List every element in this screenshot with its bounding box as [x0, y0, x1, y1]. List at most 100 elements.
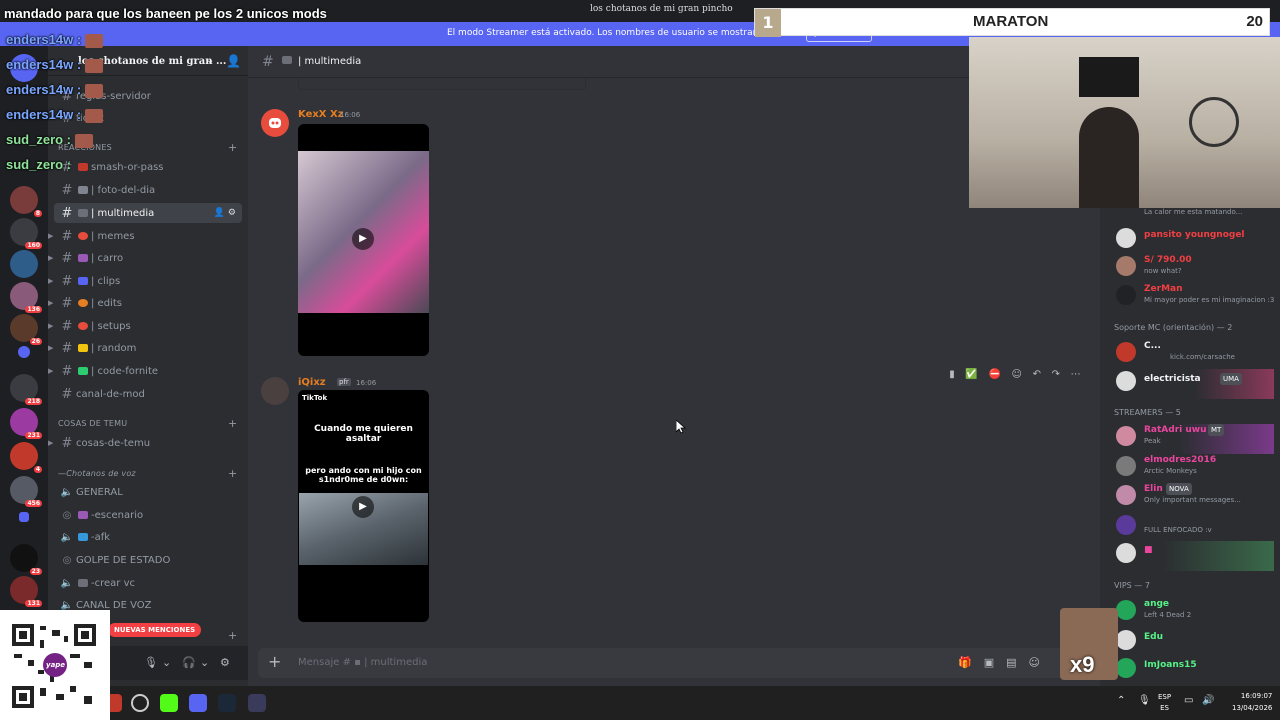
network-icon[interactable]: ▭ [1184, 695, 1193, 706]
member-item[interactable]: C... kick.com/carsache [1114, 340, 1274, 370]
member-item[interactable]: electricista UMA [1114, 369, 1274, 399]
channel-cosas-de-temu[interactable]: ▶ # cosas-de-temu [48, 433, 242, 453]
reply-icon[interactable]: ↶ [1033, 369, 1041, 380]
server-icon[interactable]: 26 [10, 314, 42, 345]
channel-memes[interactable]: ▶ # | memes [48, 226, 242, 246]
server-icon[interactable]: 131 [10, 576, 42, 607]
text-channel-icon: # [61, 363, 73, 379]
member-item[interactable]: ImJoans15 [1114, 656, 1274, 686]
member-status: Only important messages... [1144, 496, 1241, 504]
avatar[interactable] [261, 377, 289, 405]
member-status: now what? [1144, 267, 1182, 275]
category-chotanos-de-voz[interactable]: —Chotanos de voz [58, 469, 136, 478]
server-icon[interactable]: 4 [10, 442, 42, 473]
channel-emoji-icon [78, 344, 88, 352]
chevron-down-icon[interactable]: ⌄ [162, 656, 171, 669]
channel-random[interactable]: ▶ # | random [48, 338, 242, 358]
server-icon[interactable]: 160 [10, 218, 42, 249]
server-icon[interactable]: 8 [10, 186, 42, 217]
reaction-icon[interactable]: ▮ [949, 369, 955, 380]
channel-setups[interactable]: ▶ # | setups [48, 316, 242, 336]
new-mentions-pill[interactable]: NUEVAS MENCIONES [108, 623, 202, 637]
member-item[interactable]: Edu [1114, 628, 1274, 658]
avatar[interactable] [261, 109, 289, 137]
gif-icon: ▣ [983, 656, 1007, 669]
voice-channel-general[interactable]: 🔈 GENERAL [54, 482, 242, 502]
attach-plus-icon[interactable]: + [268, 652, 281, 671]
play-icon[interactable]: ▶ [352, 228, 374, 250]
play-icon[interactable]: ▶ [352, 496, 374, 518]
poster [1079, 57, 1139, 97]
channel-foto-del-dia[interactable]: # | foto-del-dia [54, 180, 242, 200]
member-item[interactable]: RatAdri uwu MT Peak [1114, 424, 1274, 454]
no-entry-reaction-icon[interactable]: ⛔ [988, 369, 1000, 380]
message-author[interactable]: iQixz [298, 377, 326, 388]
channel-label: | carro [91, 252, 124, 264]
channel-clips[interactable]: ▶ # | clips [48, 271, 242, 291]
kick-icon[interactable] [160, 694, 178, 712]
channel-edits[interactable]: ▶ # | edits [48, 293, 242, 313]
video-attachment[interactable]: TikTok Cuando me quieren asaltar pero an… [298, 390, 429, 622]
server-icon[interactable]: 231 [10, 408, 42, 439]
check-reaction-icon[interactable]: ✅ [965, 369, 977, 380]
message-actions-bar: ▮ ✅ ⛔ ☺ ↶ ↷ ⋯ [944, 362, 1086, 386]
voice-channel-crear-vc[interactable]: 🔈 -crear vc [54, 573, 242, 593]
channel-code-fornite[interactable]: ▶ # | code-fornite [48, 361, 242, 381]
server-icon[interactable] [10, 250, 38, 278]
video-attachment[interactable]: ▶ [298, 124, 429, 356]
add-channel-icon[interactable]: + [228, 141, 237, 154]
microphone-icon[interactable]: 🎙 [144, 656, 158, 669]
volume-icon[interactable]: 🔊 [1202, 695, 1214, 706]
add-icon[interactable]: + [228, 629, 237, 642]
member-item[interactable]: S/ 790.00 now what? [1114, 254, 1274, 284]
member-item[interactable]: ZerMan Mi mayor poder es mi imaginacion … [1114, 283, 1274, 313]
server-icon[interactable]: 23 [10, 544, 42, 575]
member-item[interactable]: Elin NOVA Only important messages... [1114, 483, 1274, 513]
overlay-chat-line: sud_zero : [6, 132, 94, 148]
server-icon[interactable]: 456 [10, 476, 42, 507]
server-icon[interactable]: 136 [10, 282, 42, 313]
more-options-icon[interactable]: ⋯ [1071, 369, 1081, 380]
discord-logo-icon [269, 118, 281, 128]
headphones-icon[interactable]: 🎧 [182, 656, 196, 669]
forward-icon[interactable]: ↷ [1052, 369, 1060, 380]
member-item[interactable]: FULL ENFOCADO :v [1114, 513, 1274, 543]
chevron-up-icon[interactable]: ⌃ [1117, 695, 1125, 706]
add-channel-icon[interactable]: + [228, 417, 237, 430]
member-item[interactable]: ■ [1114, 541, 1274, 571]
settings-gear-icon[interactable]: ⚙ [220, 656, 230, 669]
voice-channel-escenario[interactable]: ◎ -escenario [54, 505, 242, 525]
voice-channel-afk[interactable]: 🔈 -afk [54, 527, 242, 547]
steam-icon[interactable] [218, 694, 236, 712]
folder-icon[interactable] [18, 346, 30, 358]
channel-carro[interactable]: ▶ # | carro [48, 248, 242, 268]
member-item[interactable]: pansito youngnogel [1114, 226, 1274, 256]
composer-tools[interactable]: 🎁▣▤☺ [958, 656, 1052, 669]
app-icon[interactable] [248, 694, 266, 712]
invite-member-icon[interactable]: 👤 [226, 54, 241, 68]
microphone-icon[interactable]: 🎙 [1138, 695, 1151, 706]
folder-icon[interactable] [19, 512, 29, 522]
add-channel-icon[interactable]: + [228, 467, 237, 480]
member-tag: MT [1208, 424, 1225, 436]
server-icon[interactable]: 218 [10, 374, 42, 405]
channel-canal-de-mod[interactable]: # canal-de-mod [54, 384, 242, 404]
avatar [1116, 371, 1136, 391]
stage-icon: ◎ [62, 509, 72, 521]
discord-icon[interactable] [189, 694, 207, 712]
obs-icon[interactable] [131, 694, 149, 712]
channel-multimedia[interactable]: # | multimedia 👤 ⚙ [54, 203, 242, 223]
system-clock[interactable]: 16:09:07 13/04/2026 [1232, 690, 1272, 714]
category-cosas-de-temu[interactable]: COSAS DE TEMU [58, 419, 127, 428]
message-composer[interactable]: + Mensaje # ▪ | multimedia 🎁▣▤☺ [258, 648, 1088, 678]
channel-settings-icon[interactable]: 👤 ⚙ [214, 208, 236, 218]
channel-smash-or-pass[interactable]: # smash-or-pass [54, 157, 242, 177]
chevron-down-icon[interactable]: ⌄ [200, 656, 209, 669]
message-author[interactable]: KexX Xz [298, 109, 344, 120]
member-item[interactable]: ange Left 4 Dead 2 [1114, 598, 1274, 628]
voice-channel-golpe-de-estado[interactable]: ◎ GOLPE DE ESTADO [54, 550, 242, 570]
add-reaction-icon[interactable]: ☺ [1012, 369, 1022, 380]
member-name: S/ 790.00 [1144, 255, 1192, 265]
member-item[interactable]: elmodres2016 Arctic Monkeys [1114, 454, 1274, 484]
input-language[interactable]: ESP ES [1158, 692, 1171, 714]
